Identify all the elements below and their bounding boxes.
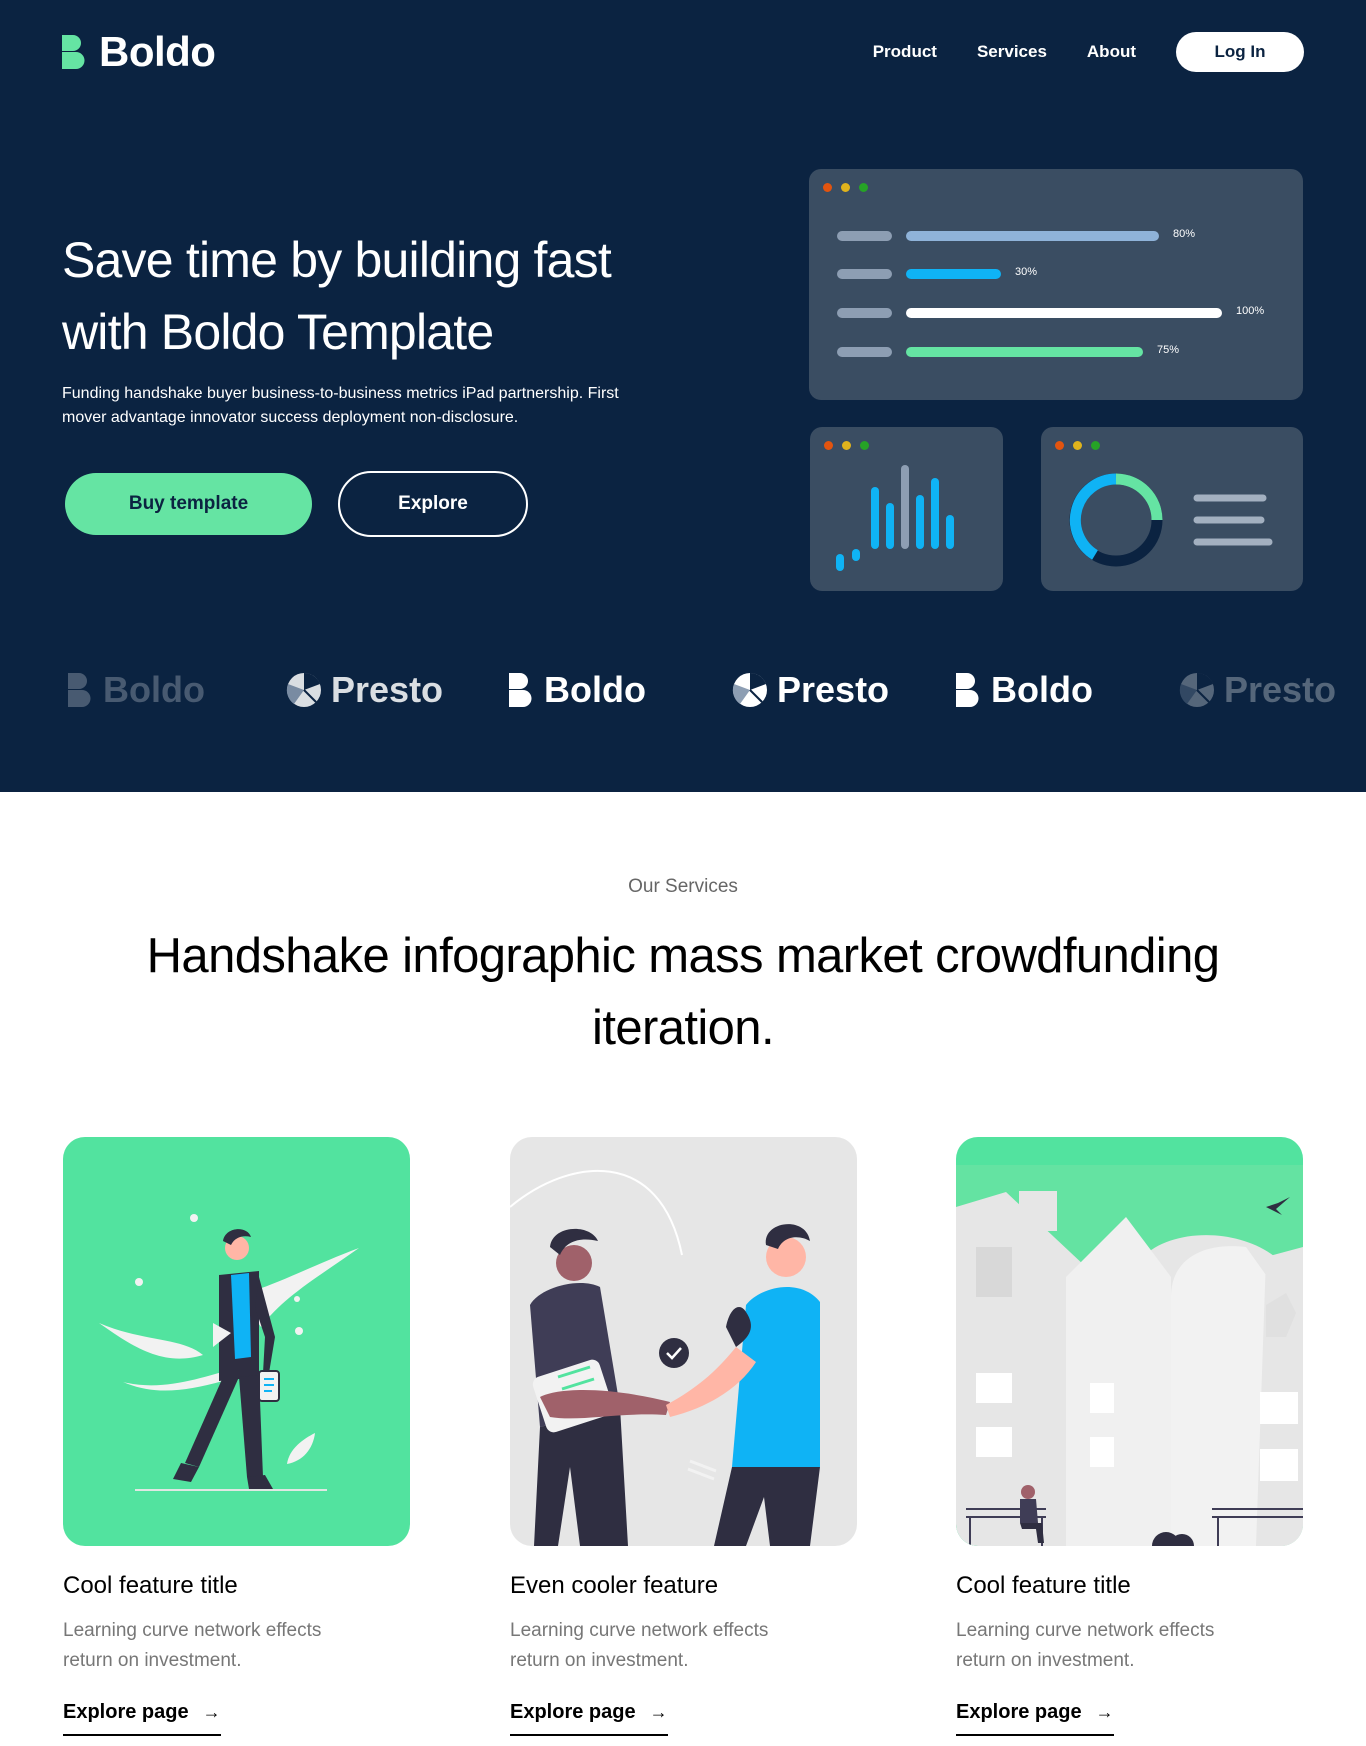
link-label: Explore page	[956, 1701, 1082, 1723]
boldo-partner-logo: Boldo	[509, 660, 646, 720]
presto-logo-icon	[1179, 672, 1214, 707]
arrow-right-icon: →	[649, 1702, 668, 1722]
nav-item-services[interactable]: Services	[977, 32, 1047, 72]
nav-item-product[interactable]: Product	[873, 32, 937, 72]
presto-partner-logo: Presto	[1179, 660, 1336, 720]
progress-label-placeholder	[837, 308, 892, 318]
hero-title: Save time by building fast with Boldo Te…	[62, 232, 612, 360]
feature-description: Learning curve network effects return on…	[956, 1620, 1215, 1671]
explore-page-link[interactable]: Explore page →	[956, 1701, 1114, 1736]
bar-chart-icon	[836, 465, 954, 571]
boldo-partner-logo: Boldo	[956, 660, 1093, 720]
buy-template-button[interactable]: Buy template	[65, 473, 312, 535]
presto-logo-icon	[286, 672, 321, 707]
feature-title: Cool feature title	[63, 1572, 238, 1599]
brand-name: Boldo	[99, 28, 216, 75]
progress-percent-label: 30%	[1015, 266, 1038, 278]
progress-row: 80%	[837, 228, 1277, 241]
yellow-dot-icon	[841, 183, 850, 192]
donut-chart-icon	[1069, 473, 1273, 567]
partner-logos: Boldo Presto Boldo Presto Boldo Presto	[0, 660, 1366, 720]
progress-bar	[906, 347, 1143, 357]
presto-logo-icon	[732, 672, 767, 707]
progress-label-placeholder	[837, 269, 892, 279]
progress-bar	[906, 269, 1001, 279]
explore-button[interactable]: Explore	[338, 471, 528, 537]
link-label: Explore page	[63, 1701, 189, 1723]
services-eyebrow: Our Services	[628, 876, 738, 897]
link-label: Explore page	[510, 1701, 636, 1723]
partner-name: Presto	[331, 669, 444, 710]
progress-percent-label: 75%	[1157, 344, 1180, 356]
partner-name: Boldo	[103, 669, 205, 710]
progress-card: 80% 30% 100% 75%	[809, 169, 1303, 400]
progress-percent-label: 100%	[1236, 305, 1265, 317]
progress-bar	[906, 308, 1222, 318]
feature-card: Cool feature title Learning curve networ…	[956, 1137, 1303, 1736]
progress-label-placeholder	[837, 231, 892, 241]
feature-title: Even cooler feature	[510, 1572, 719, 1599]
explore-page-link[interactable]: Explore page →	[510, 1701, 668, 1736]
handshake-illustration	[510, 1137, 857, 1546]
arrow-right-icon: →	[1095, 1702, 1114, 1722]
green-dot-icon	[859, 183, 868, 192]
donut-chart-card	[1041, 427, 1303, 591]
boldo-logo-icon	[62, 35, 85, 69]
progress-row: 100%	[837, 305, 1277, 318]
feature-card: Cool feature title Learning curve networ…	[63, 1137, 410, 1736]
boldo-partner-logo: Boldo	[68, 660, 205, 720]
boldo-logo-icon	[956, 673, 979, 707]
progress-row: 75%	[837, 344, 1277, 357]
arrow-right-icon: →	[202, 1702, 221, 1722]
presto-partner-logo: Presto	[286, 660, 443, 720]
feature-card: Even cooler feature Learning curve netwo…	[510, 1137, 857, 1736]
bar-chart-card	[810, 427, 1003, 591]
city-bench-illustration	[956, 1137, 1303, 1546]
nav-item-about[interactable]: About	[1087, 32, 1136, 72]
window-dots	[823, 183, 877, 192]
progress-bar	[906, 231, 1159, 241]
hero-section: Boldo Product Services About Log In Save…	[0, 0, 1366, 792]
main-nav: Product Services About Log In	[833, 32, 1304, 72]
feature-description: Learning curve network effects return on…	[510, 1620, 769, 1671]
boldo-logo-icon	[68, 673, 91, 707]
red-dot-icon	[823, 183, 832, 192]
brand-logo[interactable]: Boldo	[62, 28, 216, 75]
hero-description: Funding handshake buyer business-to-busi…	[62, 385, 619, 426]
boldo-logo-icon	[509, 673, 532, 707]
partner-name: Presto	[777, 669, 890, 710]
login-button[interactable]: Log In	[1176, 32, 1304, 72]
presto-partner-logo: Presto	[732, 660, 889, 720]
partner-name: Presto	[1224, 669, 1337, 710]
progress-row: 30%	[837, 266, 1277, 279]
progress-percent-label: 80%	[1173, 228, 1196, 240]
explore-page-link[interactable]: Explore page →	[63, 1701, 221, 1736]
services-title: Handshake infographic mass market crowdf…	[146, 929, 1220, 1055]
progress-label-placeholder	[837, 347, 892, 357]
partner-name: Boldo	[544, 669, 646, 710]
partner-name: Boldo	[991, 669, 1093, 710]
feature-description: Learning curve network effects return on…	[63, 1620, 322, 1671]
feature-title: Cool feature title	[956, 1572, 1131, 1599]
walking-man-illustration	[63, 1137, 410, 1546]
